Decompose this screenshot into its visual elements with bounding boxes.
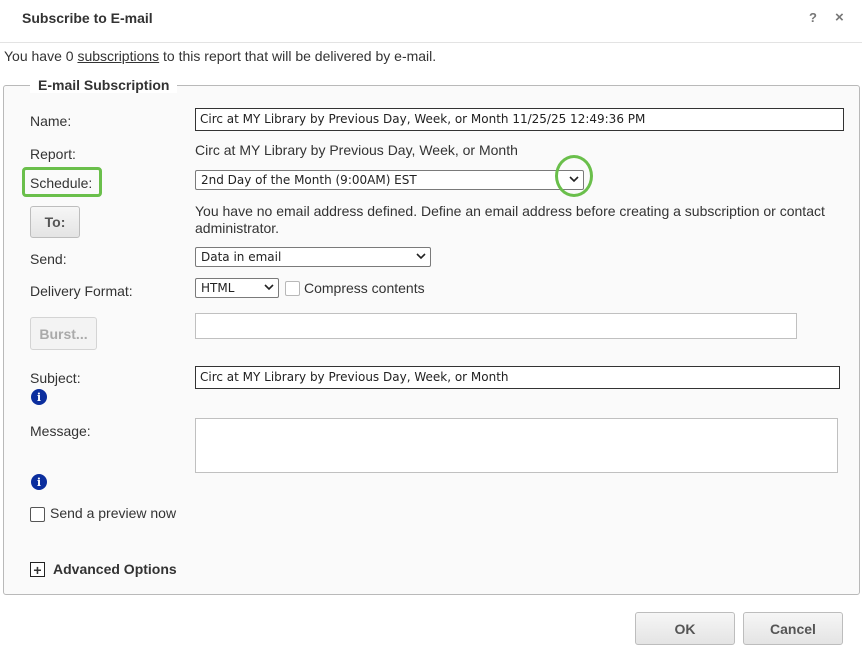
- send-preview-checkbox[interactable]: [30, 507, 45, 522]
- burst-input[interactable]: [195, 313, 797, 339]
- delivery-format-label: Delivery Format:: [30, 283, 133, 299]
- cancel-button[interactable]: Cancel: [743, 612, 843, 645]
- schedule-label: Schedule:: [30, 175, 93, 191]
- intro-suffix: to this report that will be delivered by…: [159, 48, 437, 64]
- subject-info-icon[interactable]: i: [31, 389, 47, 405]
- burst-button[interactable]: Burst...: [30, 317, 97, 350]
- chevron-down-icon: [416, 253, 426, 260]
- help-button[interactable]: ?: [809, 10, 817, 25]
- name-label: Name:: [30, 113, 72, 129]
- report-name: Circ at MY Library by Previous Day, Week…: [195, 142, 518, 158]
- ok-button[interactable]: OK: [635, 612, 735, 645]
- send-select[interactable]: Data in email: [195, 247, 431, 267]
- report-label: Report:: [30, 146, 76, 162]
- send-selected-value: Data in email: [201, 250, 282, 264]
- schedule-selected-value: 2nd Day of the Month (9:00AM) EST: [201, 173, 417, 187]
- to-button[interactable]: To:: [30, 206, 80, 238]
- dropdown-highlight-circle: [555, 155, 593, 197]
- intro-prefix: You have 0: [4, 48, 78, 64]
- message-info-icon[interactable]: i: [31, 474, 47, 490]
- fieldset-legend: E-mail Subscription: [30, 77, 178, 93]
- close-button[interactable]: ×: [835, 9, 844, 26]
- message-label: Message:: [30, 423, 91, 439]
- dialog-titlebar: Subscribe to E-mail ? ×: [0, 0, 862, 43]
- send-preview-label: Send a preview now: [50, 505, 177, 521]
- compress-contents-checkbox[interactable]: [285, 281, 300, 296]
- delivery-format-selected-value: HTML: [201, 281, 235, 295]
- subscription-count-text: You have 0 subscriptions to this report …: [4, 48, 436, 64]
- subject-label: Subject:: [30, 370, 81, 386]
- expand-plus-icon[interactable]: +: [30, 562, 45, 577]
- name-input[interactable]: Circ at MY Library by Previous Day, Week…: [195, 108, 844, 131]
- advanced-options-toggle[interactable]: Advanced Options: [53, 561, 177, 577]
- schedule-select[interactable]: 2nd Day of the Month (9:00AM) EST: [195, 170, 584, 190]
- chevron-down-icon: [264, 284, 274, 291]
- subscriptions-link[interactable]: subscriptions: [77, 48, 159, 64]
- subject-input[interactable]: Circ at MY Library by Previous Day, Week…: [195, 366, 840, 389]
- send-label: Send:: [30, 251, 67, 267]
- delivery-format-select[interactable]: HTML: [195, 278, 279, 298]
- message-textarea[interactable]: [195, 418, 838, 473]
- compress-contents-label: Compress contents: [304, 280, 425, 296]
- no-email-message: You have no email address defined. Defin…: [195, 203, 825, 236]
- dialog-title: Subscribe to E-mail: [22, 10, 153, 26]
